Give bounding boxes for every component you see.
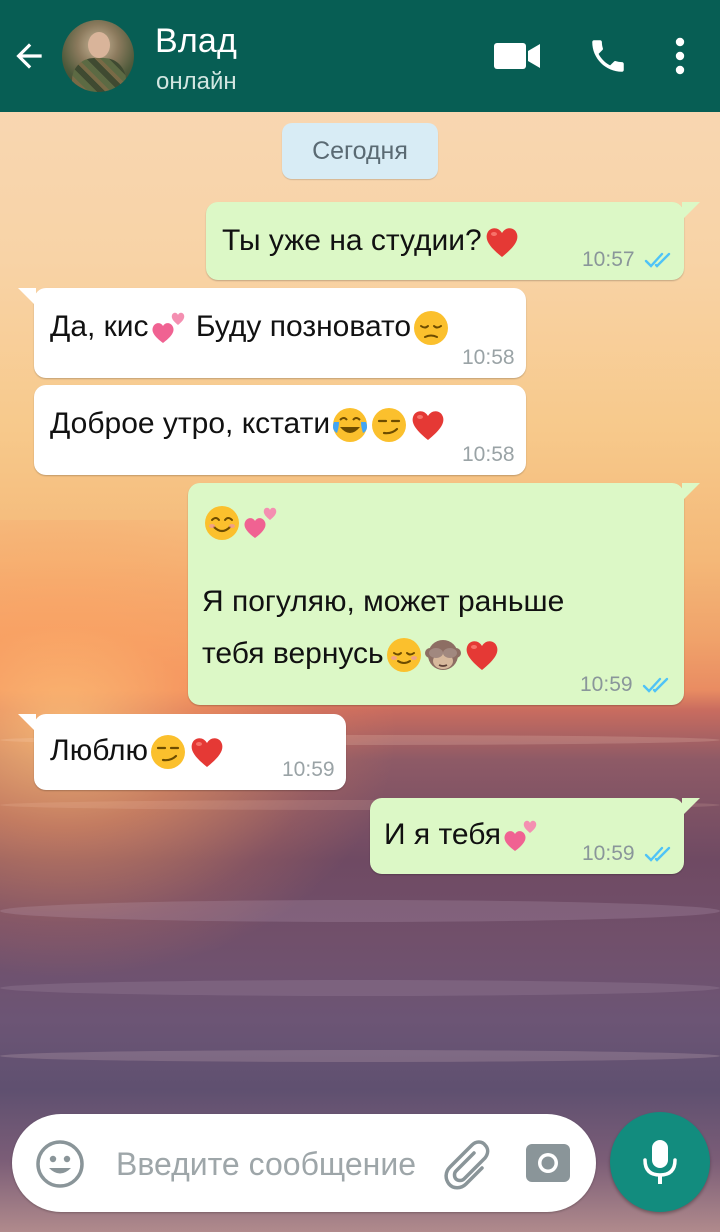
red-heart-emoji (188, 733, 226, 771)
chat-header: Влад онлайн (0, 0, 720, 112)
wallpaper-wave (0, 900, 720, 922)
two-hearts-emoji (242, 504, 280, 542)
more-options-button[interactable] (660, 30, 700, 82)
message-time: 10:57 (582, 248, 635, 271)
camera-icon (526, 1144, 570, 1182)
message-bubble-incoming[interactable]: Люблю 10:59 (18, 714, 346, 790)
pensive-face-emoji (412, 309, 450, 347)
red-heart-emoji (409, 406, 447, 444)
message-bubble-outgoing[interactable]: Я погуляю, может раньше тебя вернусь 10:… (188, 483, 700, 705)
message-composer (12, 1114, 596, 1212)
smirking-face-emoji (370, 406, 408, 444)
message-bubble-incoming[interactable]: Доброе утро, кстати 10:58 (34, 385, 526, 475)
see-no-evil-monkey-emoji (424, 636, 462, 674)
read-receipt-icon (644, 252, 671, 268)
arrow-left-icon (16, 43, 42, 69)
face-with-tears-of-joy-emoji (331, 406, 369, 444)
microphone-icon (643, 1140, 677, 1184)
emoji-button[interactable] (34, 1138, 86, 1190)
smiling-face-emoji (203, 504, 241, 542)
more-vertical-icon (675, 37, 685, 75)
message-time: 10:59 (282, 758, 335, 781)
relieved-face-emoji (385, 636, 423, 674)
message-input[interactable] (114, 1140, 448, 1188)
read-receipt-icon (642, 677, 669, 693)
two-hearts-emoji (150, 309, 188, 347)
voice-call-button[interactable] (582, 30, 634, 82)
message-bubble-outgoing[interactable]: И я тебя 10:59 (370, 798, 700, 874)
phone-icon (592, 40, 624, 72)
message-text: Ты уже на студии? (222, 224, 482, 257)
message-text: Да, кис (50, 310, 149, 343)
video-call-button[interactable] (488, 30, 546, 82)
message-text: Доброе утро, кстати (50, 407, 331, 440)
message-text: Я погуляю, может раньше (202, 585, 565, 618)
voice-message-button[interactable] (610, 1112, 710, 1212)
back-button[interactable] (6, 30, 52, 82)
two-hearts-emoji (502, 817, 540, 855)
contact-avatar[interactable] (62, 20, 134, 92)
video-camera-icon (494, 43, 540, 69)
message-bubble-incoming[interactable]: Да, кис Буду позновато 10:58 (18, 288, 526, 378)
message-text: тебя вернусь (202, 637, 384, 670)
chat-screen: Влад онлайн Сегодня Ты уже на студии? 10… (0, 0, 720, 1232)
wallpaper-wave (0, 980, 720, 996)
attach-button[interactable] (442, 1138, 498, 1194)
contact-name[interactable]: Влад (155, 22, 237, 61)
camera-button[interactable] (524, 1138, 574, 1188)
message-text: Буду позновато (187, 310, 412, 343)
contact-status: онлайн (156, 68, 237, 95)
message-text: И я тебя (384, 818, 501, 851)
message-time: 10:59 (580, 673, 633, 696)
message-time: 10:58 (462, 346, 515, 369)
smiley-icon (36, 1140, 84, 1188)
read-receipt-icon (644, 846, 671, 862)
paperclip-icon (444, 1140, 490, 1190)
message-text: Люблю (50, 734, 149, 767)
message-bubble-outgoing[interactable]: Ты уже на студии? 10:57 (206, 202, 700, 280)
red-heart-emoji (483, 223, 521, 261)
date-separator: Сегодня (282, 123, 438, 179)
wallpaper-wave (0, 1050, 720, 1062)
message-time: 10:58 (462, 443, 515, 466)
smirking-face-emoji (149, 733, 187, 771)
red-heart-emoji (463, 636, 501, 674)
message-time: 10:59 (582, 842, 635, 865)
